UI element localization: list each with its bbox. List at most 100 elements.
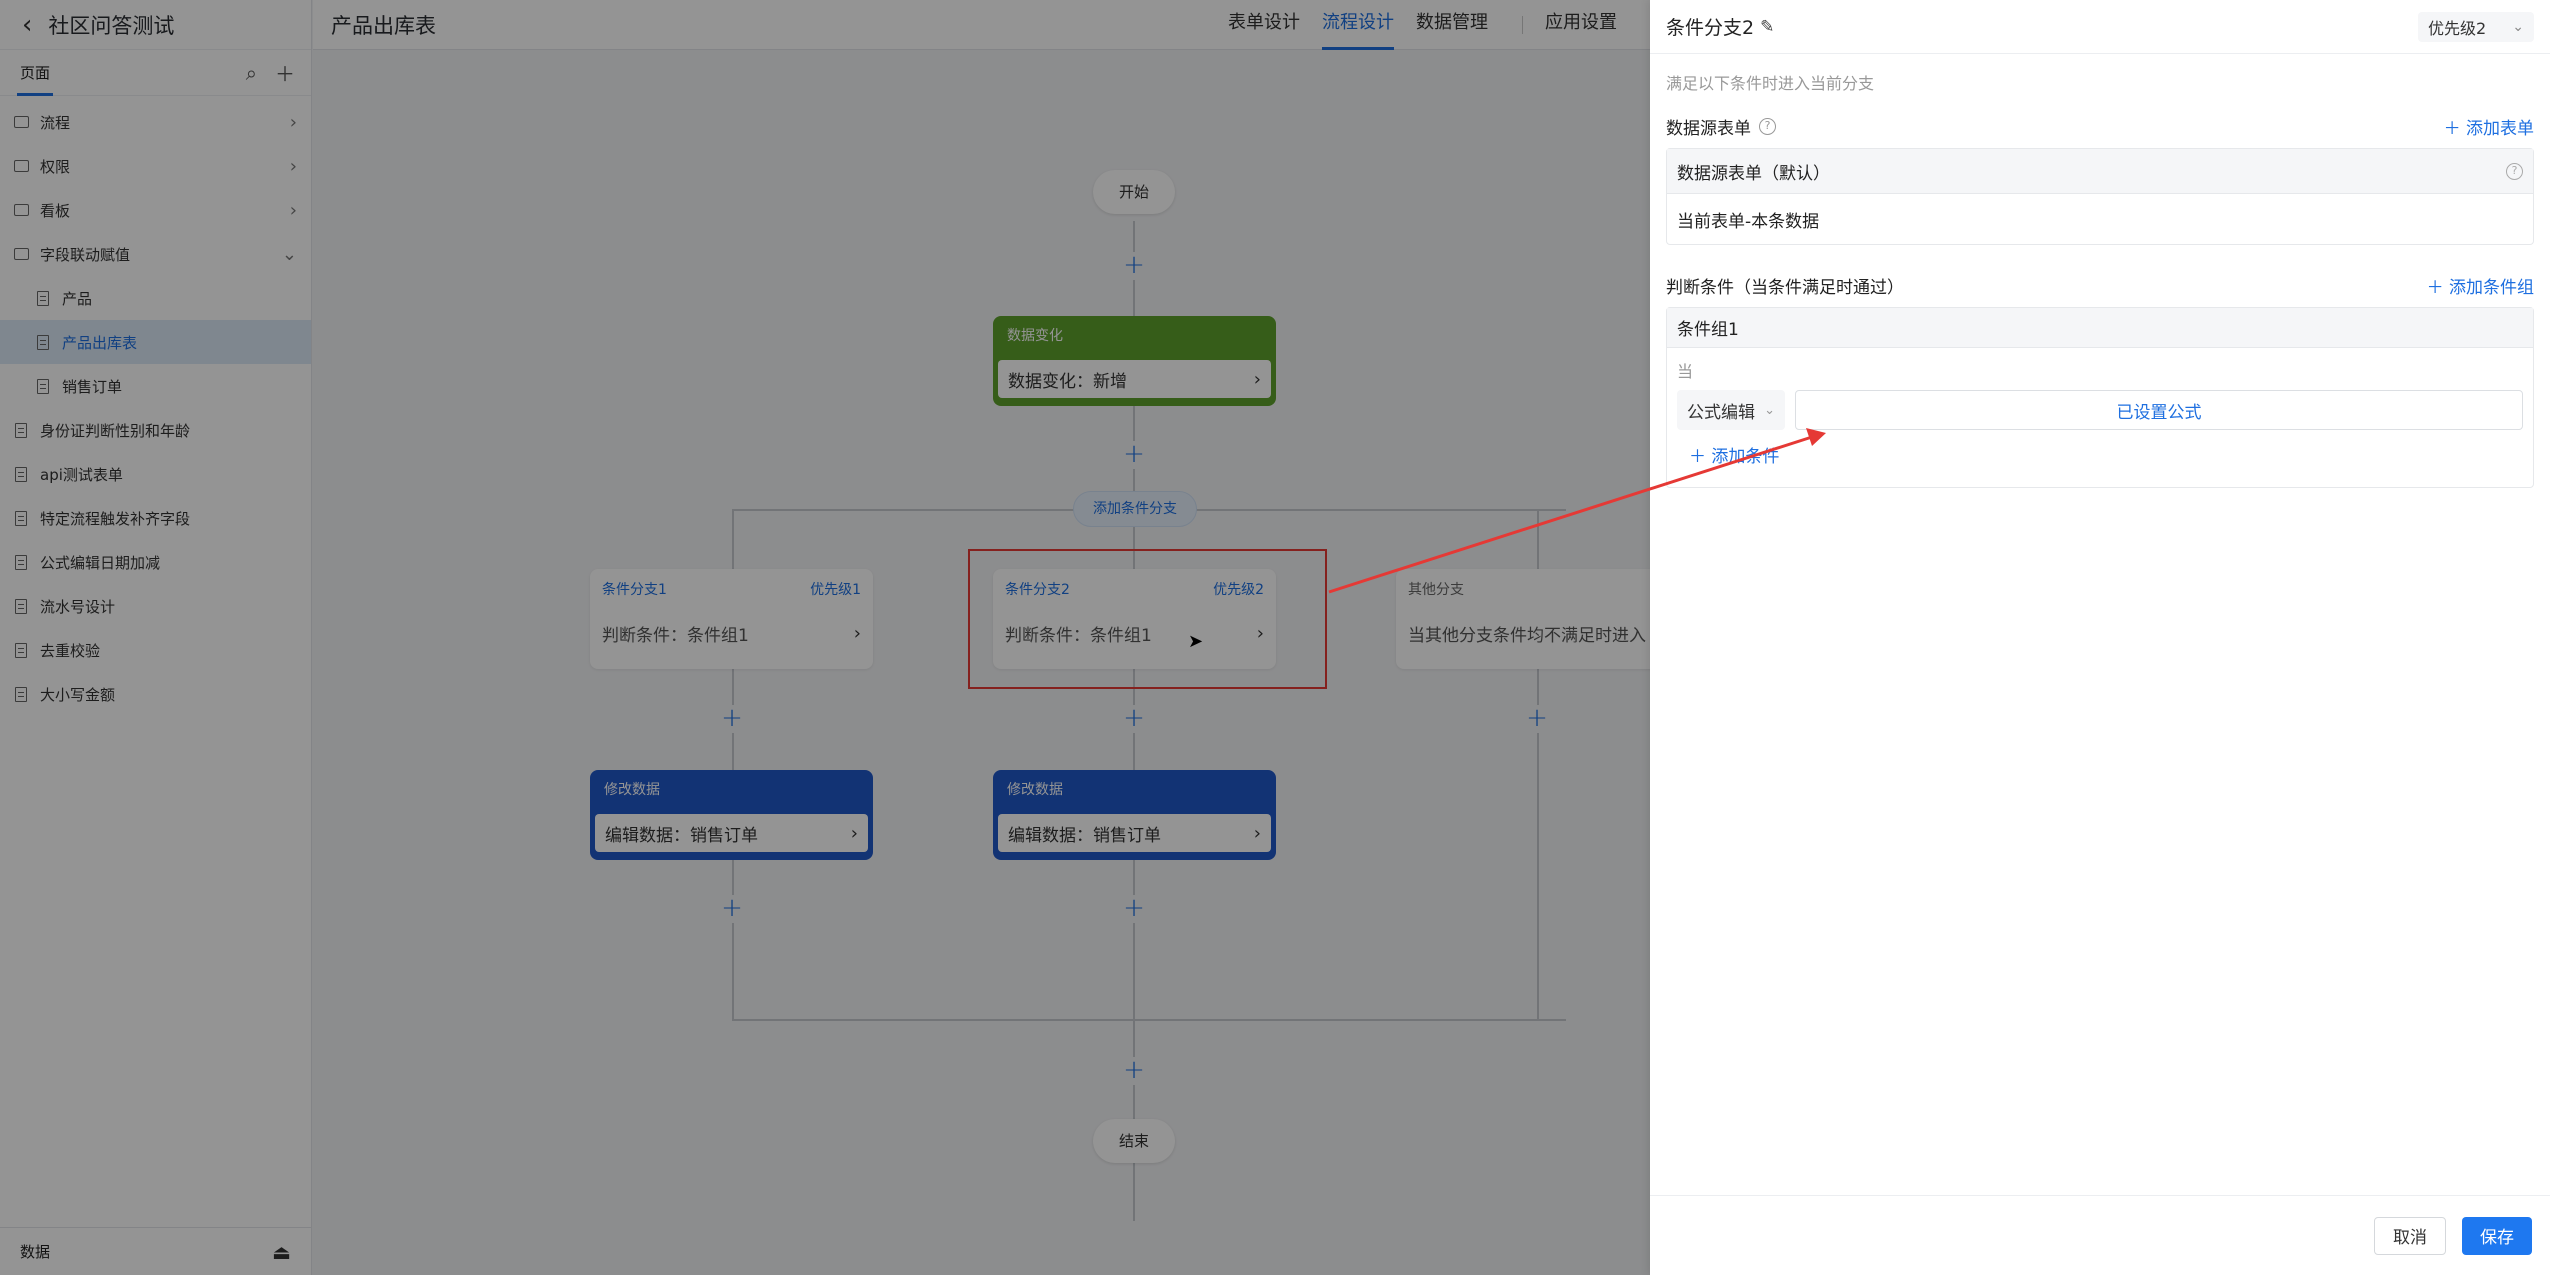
add-node-plus-icon[interactable]: +	[1120, 705, 1148, 733]
sidebar-item-icon	[34, 378, 52, 394]
add-group-link[interactable]: ＋ 添加条件组	[2427, 273, 2534, 298]
page-title: 产品出库表	[331, 13, 436, 38]
add-node-plus-icon[interactable]: +	[718, 895, 746, 923]
branch-card-1[interactable]: 条件分支1 优先级1 判断条件：条件组1 ›	[590, 569, 873, 669]
document-icon	[15, 466, 27, 482]
datasource-box: 数据源表单（默认） ? 当前表单-本条数据	[1666, 148, 2534, 245]
sidebar-item[interactable]: 流程 ›	[0, 100, 311, 144]
branch-card-other[interactable]: 其他分支 当其他分支条件均不满足时进入	[1396, 569, 1650, 669]
priority-value: 优先级2	[2428, 18, 2487, 38]
document-icon	[37, 290, 49, 306]
tab-flow-design[interactable]: 流程设计	[1322, 0, 1394, 50]
cancel-button[interactable]: 取消	[2374, 1216, 2446, 1255]
sidebar-item[interactable]: 大小写金额	[0, 672, 311, 716]
help-icon[interactable]: ?	[2506, 162, 2523, 180]
datasource-box-value: 当前表单-本条数据	[1677, 211, 1820, 232]
add-node-plus-icon[interactable]: +	[718, 705, 746, 733]
add-condition-link[interactable]: ＋ 添加条件	[1667, 432, 2533, 487]
tab-form-design[interactable]: 表单设计	[1228, 0, 1300, 50]
add-icon[interactable]: ＋	[275, 58, 295, 87]
sidebar-item-icon	[12, 466, 30, 482]
sidebar-item[interactable]: 流水号设计	[0, 584, 311, 628]
sidebar-item[interactable]: 产品	[0, 276, 311, 320]
document-icon	[15, 598, 27, 614]
sidebar-item-icon	[12, 554, 30, 570]
chevron-right-icon: ›	[289, 199, 297, 221]
add-form-link[interactable]: ＋ 添加表单	[2444, 114, 2534, 139]
sidebar-item-icon	[12, 686, 30, 702]
add-node-plus-icon[interactable]: +	[1120, 895, 1148, 923]
chevron-right-icon: ›	[853, 623, 861, 644]
sidebar-item[interactable]: 身份证判断性别和年龄	[0, 408, 311, 452]
chevron-down-icon: ⌄	[2512, 18, 2524, 35]
add-node-plus-icon[interactable]: +	[1120, 441, 1148, 469]
sidebar-item-label: 公式编辑日期加减	[40, 553, 161, 572]
condition-row-item: 公式编辑 ⌄ 已设置公式	[1667, 388, 2533, 432]
sidebar-item-label: api测试表单	[40, 465, 123, 484]
branch-title: 条件分支1	[602, 582, 667, 598]
add-branch-button[interactable]: 添加条件分支	[1073, 491, 1197, 527]
highlight-box	[968, 549, 1327, 689]
sidebar-item-icon	[12, 114, 30, 130]
condition-type-select[interactable]: 公式编辑 ⌄	[1677, 390, 1785, 430]
sidebar-item[interactable]: 权限 ›	[0, 144, 311, 188]
chevron-right-icon: ›	[1253, 822, 1261, 844]
tab-pages[interactable]: 页面	[16, 50, 54, 96]
sidebar-item[interactable]: 看板 ›	[0, 188, 311, 232]
sidebar-item[interactable]: 字段联动赋值 ⌄	[0, 232, 311, 276]
branch-condition: 当其他分支条件均不满足时进入	[1408, 626, 1646, 646]
back-arrow-icon[interactable]: ‹	[22, 10, 32, 40]
branch-settings-panel: 条件分支2 ✎ 优先级2 ⌄ 满足以下条件时进入当前分支 数据源表单 ? ＋ 添…	[1650, 0, 2550, 1275]
sidebar-item-label: 流程	[40, 113, 71, 132]
chevron-right-icon: ›	[289, 111, 297, 133]
sidebar-item-label: 权限	[40, 157, 71, 176]
sidebar-item[interactable]: 公式编辑日期加减	[0, 540, 311, 584]
trigger-node[interactable]: 数据变化 数据变化：新增 ›	[993, 316, 1276, 406]
sidebar-header: ‹ 社区问答测试	[0, 0, 311, 50]
sidebar-item[interactable]: 去重校验	[0, 628, 311, 672]
collapse-icon[interactable]: ⏏	[272, 1240, 291, 1264]
tab-data-manage[interactable]: 数据管理	[1416, 0, 1488, 50]
sidebar-item-label: 流水号设计	[40, 597, 116, 616]
sidebar-item-icon	[12, 642, 30, 658]
sidebar-item-label: 看板	[40, 201, 71, 220]
sidebar-item-icon	[12, 598, 30, 614]
document-icon	[15, 554, 27, 570]
sidebar-tabs: 页面 ⌕ ＋	[0, 50, 311, 96]
trigger-node-header: 数据变化	[1007, 328, 1063, 344]
edit-icon[interactable]: ✎	[1760, 17, 1774, 37]
add-group-text: 添加条件组	[2449, 277, 2534, 298]
mouse-cursor-icon: ➤	[1188, 631, 1204, 652]
modify-node-2[interactable]: 修改数据 编辑数据：销售订单 ›	[993, 770, 1276, 860]
add-node-plus-icon[interactable]: +	[1120, 252, 1148, 280]
sidebar-item[interactable]: 特定流程触发补齐字段	[0, 496, 311, 540]
formula-button[interactable]: 已设置公式	[1795, 390, 2523, 430]
tab-app-settings[interactable]: 应用设置	[1545, 0, 1617, 50]
sidebar-item[interactable]: 销售订单	[0, 364, 311, 408]
add-node-plus-icon[interactable]: +	[1523, 705, 1551, 733]
sidebar-item[interactable]: 产品出库表	[0, 320, 311, 364]
document-icon	[37, 334, 49, 350]
document-icon	[15, 510, 27, 526]
search-icon[interactable]: ⌕	[246, 61, 257, 85]
top-tabs: 表单设计 流程设计 数据管理 应用设置	[1228, 0, 1639, 50]
start-node[interactable]: 开始	[1093, 170, 1175, 214]
sidebar-list: 流程 › 权限 › 看板 › 字段联动赋值 ⌄ 产品 产品出库表 销售订单 身份证判断性别和年龄 api…	[0, 96, 311, 716]
topbar: 产品出库表 表单设计 流程设计 数据管理 应用设置	[313, 0, 1650, 50]
priority-select[interactable]: 优先级2 ⌄	[2418, 11, 2534, 42]
end-node[interactable]: 结束	[1093, 1119, 1175, 1163]
modify-node-header: 修改数据	[604, 782, 660, 798]
folder-icon	[13, 248, 29, 260]
help-icon[interactable]: ?	[1759, 117, 1776, 135]
flow-canvas: 开始 + 数据变化 数据变化：新增 › + 添加条件分支 条件分支1 优先级1 判…	[313, 51, 1650, 1275]
add-node-plus-icon[interactable]: +	[1120, 1057, 1148, 1085]
sidebar-item[interactable]: api测试表单	[0, 452, 311, 496]
modify-node-1[interactable]: 修改数据 编辑数据：销售订单 ›	[590, 770, 873, 860]
sidebar-item-label: 大小写金额	[40, 685, 116, 704]
save-button[interactable]: 保存	[2462, 1216, 2532, 1255]
branch-title: 其他分支	[1408, 582, 1464, 598]
branch-priority: 优先级1	[810, 582, 861, 598]
footer-data-label[interactable]: 数据	[20, 1241, 50, 1262]
condition-row: 判断条件（当条件满足时通过） ＋ 添加条件组	[1650, 263, 2550, 307]
chevron-down-icon: ⌄	[281, 243, 297, 265]
